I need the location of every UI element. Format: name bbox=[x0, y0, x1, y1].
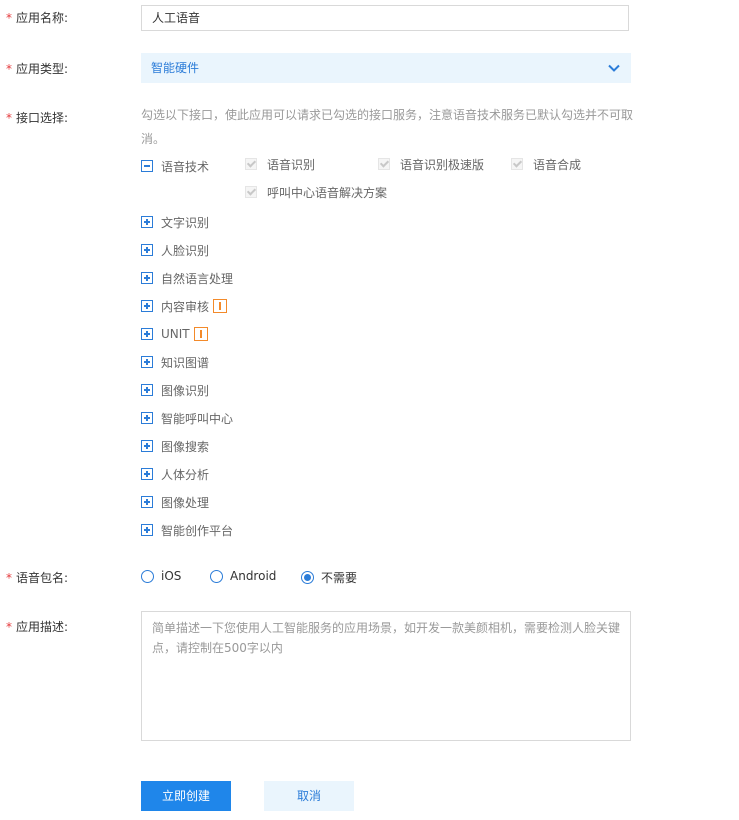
expand-icon[interactable] bbox=[141, 356, 153, 368]
api-hint-text: 勾选以下接口，使此应用可以请求已勾选的接口服务，注意语音技术服务已默认勾选并不可… bbox=[141, 108, 634, 146]
checkbox-checked-disabled bbox=[245, 158, 257, 170]
api-group-image-processing[interactable]: 图像处理 bbox=[141, 494, 209, 510]
checkbox-checked-disabled bbox=[511, 158, 523, 170]
expand-icon[interactable] bbox=[141, 440, 153, 452]
checkbox-checked-disabled bbox=[378, 158, 390, 170]
radio-circle[interactable] bbox=[210, 569, 223, 583]
app-type-value: 智能硬件 bbox=[151, 61, 200, 75]
radio-none[interactable]: 不需要 bbox=[301, 569, 357, 586]
collapse-icon[interactable] bbox=[141, 160, 153, 172]
api-group-kg[interactable]: 知识图谱 bbox=[141, 354, 209, 370]
radio-circle[interactable] bbox=[141, 569, 154, 583]
api-group-speech[interactable]: 语音技术 bbox=[141, 158, 209, 174]
app-type-label: * 应用类型: bbox=[6, 62, 69, 76]
api-group-unit[interactable]: UNIT bbox=[141, 326, 208, 342]
expand-icon[interactable] bbox=[141, 524, 153, 536]
expand-icon[interactable] bbox=[141, 300, 153, 312]
cancel-button[interactable]: 取消 bbox=[264, 781, 354, 811]
speech-item-asr-fast: 语音识别极速版 bbox=[378, 156, 484, 172]
api-group-ocr[interactable]: 文字识别 bbox=[141, 214, 209, 230]
app-type-select[interactable]: 智能硬件 bbox=[141, 53, 631, 83]
api-select-label: * 接口选择: bbox=[6, 111, 69, 125]
expand-icon[interactable] bbox=[141, 412, 153, 424]
app-name-input[interactable]: 人工语音 bbox=[141, 5, 629, 31]
api-group-face[interactable]: 人脸识别 bbox=[141, 242, 209, 258]
expand-icon[interactable] bbox=[141, 328, 153, 340]
expand-icon[interactable] bbox=[141, 384, 153, 396]
expand-icon[interactable] bbox=[141, 216, 153, 228]
api-group-nlp[interactable]: 自然语言处理 bbox=[141, 270, 233, 286]
api-group-call-center[interactable]: 智能呼叫中心 bbox=[141, 410, 233, 426]
chevron-down-icon bbox=[608, 64, 620, 72]
radio-android[interactable]: Android bbox=[210, 569, 276, 583]
api-group-image-recognition[interactable]: 图像识别 bbox=[141, 382, 209, 398]
create-button[interactable]: 立即创建 bbox=[141, 781, 231, 811]
api-group-creation-platform[interactable]: 智能创作平台 bbox=[141, 522, 233, 538]
desc-label: * 应用描述: bbox=[6, 620, 69, 634]
expand-icon[interactable] bbox=[141, 272, 153, 284]
expand-icon[interactable] bbox=[141, 496, 153, 508]
app-name-label: * 应用名称: bbox=[6, 11, 69, 25]
api-group-image-search[interactable]: 图像搜索 bbox=[141, 438, 209, 454]
speech-item-asr: 语音识别 bbox=[245, 156, 315, 172]
expand-icon[interactable] bbox=[141, 468, 153, 480]
checkbox-checked-disabled bbox=[245, 186, 257, 198]
api-group-content-audit[interactable]: 内容审核 bbox=[141, 298, 228, 314]
warning-icon[interactable] bbox=[213, 299, 228, 313]
package-label: * 语音包名: bbox=[6, 571, 69, 585]
expand-icon[interactable] bbox=[141, 244, 153, 256]
warning-icon[interactable] bbox=[193, 327, 208, 341]
radio-circle-selected[interactable] bbox=[301, 571, 314, 584]
speech-item-callcenter: 呼叫中心语音解决方案 bbox=[245, 184, 387, 200]
radio-ios[interactable]: iOS bbox=[141, 569, 181, 583]
desc-textarea[interactable]: 简单描述一下您使用人工智能服务的应用场景，如开发一款美颜相机，需要检测人脸关键点… bbox=[141, 611, 631, 741]
api-group-body-analysis[interactable]: 人体分析 bbox=[141, 466, 209, 482]
speech-item-tts: 语音合成 bbox=[511, 156, 581, 172]
